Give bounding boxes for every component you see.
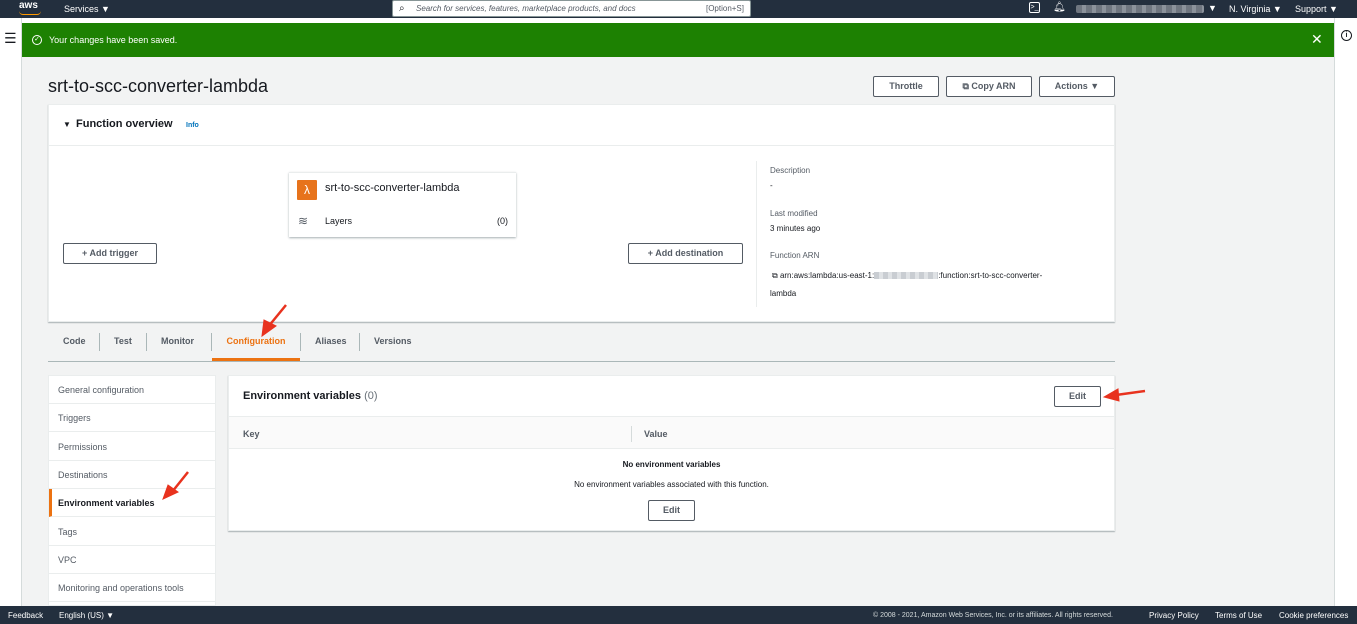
copy-arn-label: Copy ARN xyxy=(971,81,1016,91)
layers-count: (0) xyxy=(497,216,508,226)
tab-configuration-label: Configuration xyxy=(226,336,286,346)
tab-separator xyxy=(300,333,301,351)
side-item-monitoring-tools[interactable]: Monitoring and operations tools xyxy=(49,574,216,602)
last-modified-value: 3 minutes ago xyxy=(770,224,821,233)
add-trigger-button[interactable]: + Add trigger xyxy=(63,243,157,264)
column-separator[interactable] xyxy=(631,426,632,442)
copy-arn-button[interactable]: ⧉ Copy ARN xyxy=(946,76,1032,97)
language-selector[interactable]: English (US) ▼ xyxy=(59,611,114,620)
function-tabs: Code Test Monitor Configuration Aliases … xyxy=(48,330,1115,362)
function-card[interactable]: λ srt-to-scc-converter-lambda ≋ Layers (… xyxy=(289,172,516,237)
overview-header[interactable]: ▼ Function overview Info xyxy=(49,105,1114,146)
feedback-link[interactable]: Feedback xyxy=(8,611,43,620)
function-overview-panel: ▼ Function overview Info λ srt-to-scc-co… xyxy=(48,104,1115,322)
side-item-vpc[interactable]: VPC xyxy=(49,546,216,574)
configuration-side-menu: General configuration Triggers Permissio… xyxy=(48,375,216,606)
tab-versions[interactable]: Versions xyxy=(374,330,412,361)
tab-separator xyxy=(359,333,360,351)
overview-title: Function overview xyxy=(76,118,173,130)
right-help-rail: i xyxy=(1334,18,1357,606)
info-link[interactable]: Info xyxy=(186,122,199,129)
account-menu-redacted[interactable] xyxy=(1076,5,1204,13)
active-tab-indicator xyxy=(212,358,300,361)
side-item-environment-variables[interactable]: Environment variables xyxy=(49,489,216,517)
flash-message: Your changes have been saved. xyxy=(49,35,178,45)
add-destination-label: Add destination xyxy=(655,248,724,258)
support-menu[interactable]: Support ▼ xyxy=(1295,4,1338,14)
env-title-text: Environment variables xyxy=(243,390,361,402)
throttle-button[interactable]: Throttle xyxy=(873,76,939,97)
side-item-permissions[interactable]: Permissions xyxy=(49,433,216,461)
cloudshell-icon[interactable]: >_ xyxy=(1029,2,1040,13)
tab-separator xyxy=(146,333,147,351)
empty-edit-button[interactable]: Edit xyxy=(648,500,695,521)
side-item-general-configuration[interactable]: General configuration xyxy=(49,376,216,404)
services-menu[interactable]: Services ▼ xyxy=(64,4,110,14)
aws-logo[interactable]: aws xyxy=(19,0,38,11)
overview-divider xyxy=(756,161,757,307)
column-key[interactable]: Key xyxy=(243,429,260,439)
side-item-destinations[interactable]: Destinations xyxy=(49,461,216,489)
empty-state-title: No environment variables xyxy=(622,460,721,469)
hamburger-menu-icon[interactable]: ☰ xyxy=(4,30,17,47)
function-arn-label: Function ARN xyxy=(770,251,820,260)
actions-dropdown[interactable]: Actions ▼ xyxy=(1039,76,1115,97)
info-panel-icon[interactable]: i xyxy=(1341,30,1352,41)
add-trigger-label: Add trigger xyxy=(89,248,138,258)
function-arn-value: ⧉ arn:aws:lambda:us-east-1: :function:srt… xyxy=(772,271,1042,281)
tab-configuration[interactable]: Configuration xyxy=(212,330,300,361)
top-navigation: aws Services ▼ ⌕ Search for services, fe… xyxy=(0,0,1357,18)
function-arn-wrap: lambda xyxy=(770,289,797,298)
terms-of-use-link[interactable]: Terms of Use xyxy=(1215,611,1262,620)
env-table-header: Key Value xyxy=(229,416,1114,449)
empty-state-description: No environment variables associated with… xyxy=(574,480,769,489)
aws-logo-smile-icon xyxy=(19,11,41,15)
region-selector[interactable]: N. Virginia ▼ xyxy=(1229,4,1282,14)
cookie-preferences-link[interactable]: Cookie preferences xyxy=(1279,611,1348,620)
side-item-tags[interactable]: Tags xyxy=(49,518,216,546)
last-modified-label: Last modified xyxy=(770,209,818,218)
lambda-icon: λ xyxy=(297,180,317,200)
layers-icon: ≋ xyxy=(298,214,309,228)
description-value: - xyxy=(770,181,773,190)
side-item-triggers[interactable]: Triggers xyxy=(49,404,216,432)
search-placeholder: Search for services, features, marketpla… xyxy=(416,4,636,13)
left-nav-rail: ☰ xyxy=(0,18,22,606)
tab-monitor[interactable]: Monitor xyxy=(161,330,194,361)
add-destination-button[interactable]: + Add destination xyxy=(628,243,743,264)
notifications-bell-icon[interactable]: 🔔︎ xyxy=(1053,2,1066,13)
tab-separator xyxy=(99,333,100,351)
search-input[interactable]: ⌕ Search for services, features, marketp… xyxy=(392,0,751,17)
copy-arn-icon[interactable]: ⧉ xyxy=(772,271,780,280)
account-caret-icon[interactable]: ▼ xyxy=(1208,3,1217,13)
tab-aliases[interactable]: Aliases xyxy=(315,330,347,361)
close-icon[interactable]: ✕ xyxy=(1311,31,1323,48)
collapse-caret-icon[interactable]: ▼ xyxy=(63,120,71,129)
env-panel-title: Environment variables (0) xyxy=(243,390,378,402)
environment-variables-panel: Environment variables (0) Edit Key Value… xyxy=(228,375,1115,531)
tab-code[interactable]: Code xyxy=(63,330,86,361)
column-value[interactable]: Value xyxy=(644,429,668,439)
search-icon: ⌕ xyxy=(399,3,405,14)
footer: Feedback English (US) ▼ © 2008 - 2021, A… xyxy=(0,606,1357,624)
description-label: Description xyxy=(770,166,811,175)
success-flashbar: ✓ Your changes have been saved. ✕ xyxy=(22,23,1334,57)
arn-prefix: arn:aws:lambda:us-east-1: xyxy=(779,271,875,280)
arn-suffix: :function:srt-to-scc-converter- xyxy=(938,271,1043,280)
success-check-icon: ✓ xyxy=(32,35,42,45)
account-id-redacted xyxy=(874,272,939,280)
search-shortcut: [Option+S] xyxy=(705,4,744,13)
privacy-policy-link[interactable]: Privacy Policy xyxy=(1149,611,1199,620)
env-count: (0) xyxy=(364,390,378,402)
copyright-text: © 2008 - 2021, Amazon Web Services, Inc.… xyxy=(873,612,1113,619)
edit-button[interactable]: Edit xyxy=(1054,386,1101,407)
layers-label[interactable]: Layers xyxy=(325,216,352,226)
tab-test[interactable]: Test xyxy=(114,330,132,361)
function-name: srt-to-scc-converter-lambda xyxy=(325,182,460,194)
page-title: srt-to-scc-converter-lambda xyxy=(48,76,269,96)
